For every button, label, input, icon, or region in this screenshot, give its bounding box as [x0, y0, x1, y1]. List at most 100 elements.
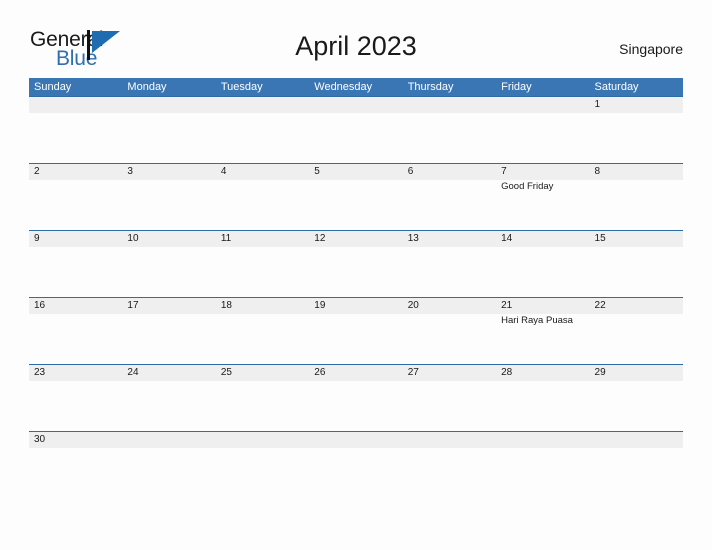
day-number[interactable]: [122, 432, 215, 448]
day-number[interactable]: 5: [309, 164, 402, 180]
day-number[interactable]: 2: [29, 164, 122, 180]
day-event[interactable]: [590, 113, 683, 163]
day-number[interactable]: 23: [29, 365, 122, 381]
week-row: 1: [29, 96, 683, 163]
week-daynumber-band: 1: [29, 97, 683, 113]
day-event[interactable]: [309, 448, 402, 498]
day-event[interactable]: [403, 113, 496, 163]
day-event[interactable]: [216, 448, 309, 498]
locale-label: Singapore: [619, 41, 683, 57]
day-number[interactable]: 4: [216, 164, 309, 180]
page-title: April 2023: [295, 31, 417, 61]
day-event[interactable]: [590, 180, 683, 230]
day-event[interactable]: Good Friday: [496, 180, 589, 230]
day-event[interactable]: [29, 180, 122, 230]
week-event-band: Hari Raya Puasa: [29, 314, 683, 364]
day-number[interactable]: 27: [403, 365, 496, 381]
day-number[interactable]: [309, 432, 402, 448]
day-number[interactable]: [122, 97, 215, 113]
week-event-band: [29, 247, 683, 297]
day-number[interactable]: 6: [403, 164, 496, 180]
day-number[interactable]: 18: [216, 298, 309, 314]
day-event[interactable]: [309, 113, 402, 163]
day-event[interactable]: [590, 448, 683, 498]
day-number[interactable]: 14: [496, 231, 589, 247]
day-event[interactable]: [309, 180, 402, 230]
day-event[interactable]: [403, 247, 496, 297]
day-event[interactable]: [403, 314, 496, 364]
day-number[interactable]: 16: [29, 298, 122, 314]
calendar-grid: Sunday Monday Tuesday Wednesday Thursday…: [29, 78, 683, 498]
day-event[interactable]: [216, 113, 309, 163]
day-event[interactable]: [29, 314, 122, 364]
day-event[interactable]: [590, 247, 683, 297]
day-number[interactable]: 19: [309, 298, 402, 314]
day-event[interactable]: [29, 448, 122, 498]
day-number[interactable]: 11: [216, 231, 309, 247]
day-number[interactable]: 28: [496, 365, 589, 381]
day-number[interactable]: [216, 97, 309, 113]
day-number[interactable]: 24: [122, 365, 215, 381]
day-event[interactable]: [122, 314, 215, 364]
day-number[interactable]: [403, 97, 496, 113]
week-daynumber-band: 23 24 25 26 27 28 29: [29, 365, 683, 381]
page-header: General Blue April 2023 Singapore: [0, 0, 712, 78]
day-event[interactable]: [403, 381, 496, 431]
day-event[interactable]: [29, 247, 122, 297]
day-number[interactable]: 8: [590, 164, 683, 180]
day-number[interactable]: 1: [590, 97, 683, 113]
weekday-header-saturday: Saturday: [594, 81, 639, 93]
day-event[interactable]: [122, 180, 215, 230]
day-event[interactable]: [216, 247, 309, 297]
day-number[interactable]: 21: [496, 298, 589, 314]
day-event[interactable]: [122, 113, 215, 163]
day-event[interactable]: [496, 113, 589, 163]
day-number[interactable]: 20: [403, 298, 496, 314]
day-number[interactable]: 12: [309, 231, 402, 247]
day-event[interactable]: [216, 314, 309, 364]
day-event[interactable]: [403, 180, 496, 230]
day-number[interactable]: 30: [29, 432, 122, 448]
day-event[interactable]: [309, 381, 402, 431]
day-number[interactable]: 26: [309, 365, 402, 381]
day-number[interactable]: 22: [590, 298, 683, 314]
day-number[interactable]: [216, 432, 309, 448]
day-number[interactable]: 13: [403, 231, 496, 247]
day-number[interactable]: [309, 97, 402, 113]
day-number[interactable]: [29, 97, 122, 113]
day-number[interactable]: 17: [122, 298, 215, 314]
week-daynumber-band: 9 10 11 12 13 14 15: [29, 231, 683, 247]
day-number[interactable]: 15: [590, 231, 683, 247]
week-row: 2 3 4 5 6 7 8 Good Friday: [29, 163, 683, 230]
day-event[interactable]: [496, 448, 589, 498]
day-event[interactable]: [496, 247, 589, 297]
day-event[interactable]: [590, 381, 683, 431]
day-event[interactable]: [590, 314, 683, 364]
day-event[interactable]: [122, 247, 215, 297]
day-event[interactable]: [496, 381, 589, 431]
day-number[interactable]: [496, 97, 589, 113]
week-event-band: [29, 113, 683, 163]
day-number[interactable]: [496, 432, 589, 448]
day-event[interactable]: Hari Raya Puasa: [496, 314, 589, 364]
week-row: 9 10 11 12 13 14 15: [29, 230, 683, 297]
day-event[interactable]: [309, 247, 402, 297]
day-event[interactable]: [29, 113, 122, 163]
day-number[interactable]: [590, 432, 683, 448]
day-event[interactable]: [29, 381, 122, 431]
day-event[interactable]: [403, 448, 496, 498]
day-event[interactable]: [216, 381, 309, 431]
day-number[interactable]: 9: [29, 231, 122, 247]
day-number[interactable]: 3: [122, 164, 215, 180]
day-number[interactable]: 7: [496, 164, 589, 180]
day-number[interactable]: 29: [590, 365, 683, 381]
day-event[interactable]: [216, 180, 309, 230]
weekday-header-tuesday: Tuesday: [220, 81, 263, 93]
day-event[interactable]: [122, 448, 215, 498]
day-number[interactable]: 25: [216, 365, 309, 381]
week-daynumber-band: 16 17 18 19 20 21 22: [29, 298, 683, 314]
day-number[interactable]: 10: [122, 231, 215, 247]
day-event[interactable]: [309, 314, 402, 364]
day-event[interactable]: [122, 381, 215, 431]
day-number[interactable]: [403, 432, 496, 448]
